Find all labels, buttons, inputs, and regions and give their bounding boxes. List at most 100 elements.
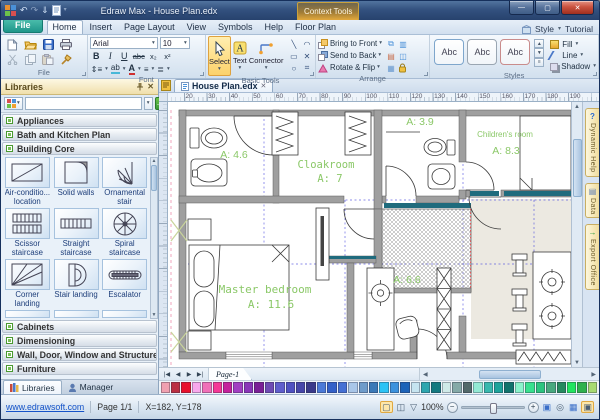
color-swatch[interactable] [296,382,305,393]
library-search-input[interactable] [25,97,142,110]
section-wall-door-window[interactable]: Wall, Door, Window and Structure [2,348,157,361]
vertical-scroll-thumb[interactable] [573,139,582,197]
color-swatch[interactable] [431,382,440,393]
tab-export-office[interactable]: →Export Office [585,224,599,290]
paste-icon[interactable] [42,54,54,65]
color-swatch[interactable] [411,382,420,393]
child-bed[interactable] [520,116,571,190]
section-appliances[interactable]: Appliances [2,114,157,127]
crop-icon[interactable]: ⌗ [305,63,310,73]
dialog-launcher-icon[interactable] [424,72,428,76]
color-swatch[interactable] [504,382,513,393]
tab-help[interactable]: Help [259,21,288,34]
filter-view-icon[interactable]: ▽ [409,402,418,412]
color-swatch[interactable] [181,382,190,393]
superscript-button[interactable]: x² [162,52,173,61]
styles-more-icon[interactable]: ≡ [534,58,544,67]
library-item[interactable]: Straightstaircase [52,208,101,258]
cloakroom-area-label[interactable]: A: 7 [317,173,342,185]
shadow-button[interactable]: Shadow▾ [550,62,596,71]
style-preset-1[interactable]: Abc [434,39,464,65]
scroll-left-icon[interactable]: ◀ [420,371,431,378]
library-item[interactable]: Scissorstaircase [3,208,52,258]
minimize-button[interactable]: — [509,1,534,15]
app-logo-icon[interactable] [5,5,17,17]
save-icon[interactable]: ⇓ [41,6,49,15]
color-swatch[interactable] [233,382,242,393]
color-swatch[interactable] [275,382,284,393]
color-swatch[interactable] [348,382,357,393]
font-size-select[interactable]: 10▾ [160,37,190,49]
tab-dynamic-help[interactable]: ?Dynamic Help [585,108,599,177]
last-page-icon[interactable]: ▶| [195,371,205,378]
arc-shape-icon[interactable]: ◠ [303,40,310,49]
vertical-scrollbar[interactable]: ▲ ▼ [571,102,582,367]
master-bedroom-area-label[interactable]: A: 11.6 [248,298,294,311]
rectangle-shape-icon[interactable]: ▭ [290,52,298,61]
library-item[interactable] [52,310,101,318]
dialog-launcher-icon[interactable] [310,72,314,76]
color-swatch[interactable] [171,382,180,393]
align-shapes-icon[interactable]: ▤ [387,52,395,61]
preview-icon[interactable] [52,5,61,16]
color-swatch[interactable] [254,382,263,393]
styles-scroll-up-icon[interactable]: ▲ [534,39,544,48]
send-to-back-button[interactable]: Send to Back▾ [318,50,382,61]
page-view-icon[interactable]: ◫ [396,402,407,412]
highlight-icon[interactable]: ab [111,64,120,74]
strikethrough-button[interactable]: abc [133,52,145,61]
zoom-region-icon[interactable]: ◎ [555,402,565,412]
color-swatch[interactable] [202,382,211,393]
first-page-icon[interactable]: |◀ [162,371,172,378]
dialog-launcher-icon[interactable] [82,72,86,76]
drawing-canvas[interactable]: A: 4.6 Cloakroom A: 7 A: 3.9 Children's … [168,102,571,367]
color-swatch[interactable] [484,382,493,393]
color-swatch[interactable] [515,382,524,393]
library-item[interactable]: Ornamentalstair [100,157,149,207]
select-tool-button[interactable]: Select▾ [208,36,231,76]
pillow[interactable] [194,291,214,327]
color-swatch[interactable] [265,382,274,393]
color-swatch[interactable] [400,382,409,393]
fit-page-icon[interactable]: ▣ [542,402,553,412]
format-painter-icon[interactable] [61,54,72,65]
bathroom2-area-label[interactable]: A: 3.9 [406,116,434,128]
childrens-room-area-label[interactable]: A: 8.3 [492,145,520,157]
zoom-out-button[interactable]: − [447,402,458,413]
color-swatch[interactable] [452,382,461,393]
context-tools-tab[interactable]: Context Tools [297,2,359,20]
styles-scroll-down-icon[interactable]: ▼ [534,48,544,57]
tutorial-menu[interactable]: Tutorial [565,24,593,34]
scroll-right-icon[interactable]: ▶ [588,371,599,378]
library-item[interactable]: Cornerlanding [3,259,52,309]
line-spacing-icon[interactable]: ⇕≡ [91,65,102,74]
master-bedroom-name-label[interactable]: Master bedroom [219,283,312,296]
color-swatch[interactable] [379,382,388,393]
bullet-list-icon[interactable]: ≣ [157,65,164,74]
color-swatch[interactable] [525,382,534,393]
color-swatch[interactable] [546,382,555,393]
scroll-up-icon[interactable]: ▲ [574,102,580,111]
search-dropdown-button[interactable]: ▾ [144,97,153,110]
color-swatch[interactable] [567,382,576,393]
nightstand[interactable] [188,219,211,240]
section-cabinets[interactable]: Cabinets [2,320,157,333]
section-bath-kitchen[interactable]: Bath and Kitchen Plan [2,128,157,141]
page-tab[interactable]: Page-1 [209,368,252,380]
tab-page-layout[interactable]: Page Layout [119,21,180,34]
color-swatch[interactable] [536,382,545,393]
italic-button[interactable]: I [105,51,116,61]
new-document-icon[interactable] [7,39,18,51]
tab-manager[interactable]: Manager [62,380,120,394]
library-item[interactable]: Stair landing [52,259,101,309]
connector-tool-button[interactable]: Connector▾ [249,36,284,76]
color-swatch[interactable] [421,382,430,393]
tab-symbols[interactable]: Symbols [213,21,258,34]
library-item[interactable] [3,310,52,318]
study-area-label[interactable]: A: 6.6 [393,274,421,286]
rotate-flip-button[interactable]: Rotate & Flip▾ [318,62,382,73]
edrawsoft-link[interactable]: www.edrawsoft.com [6,402,84,412]
library-item[interactable]: Spiralstaircase [100,208,149,258]
font-color-icon[interactable]: A [129,64,136,75]
tab-view[interactable]: View [182,21,211,34]
